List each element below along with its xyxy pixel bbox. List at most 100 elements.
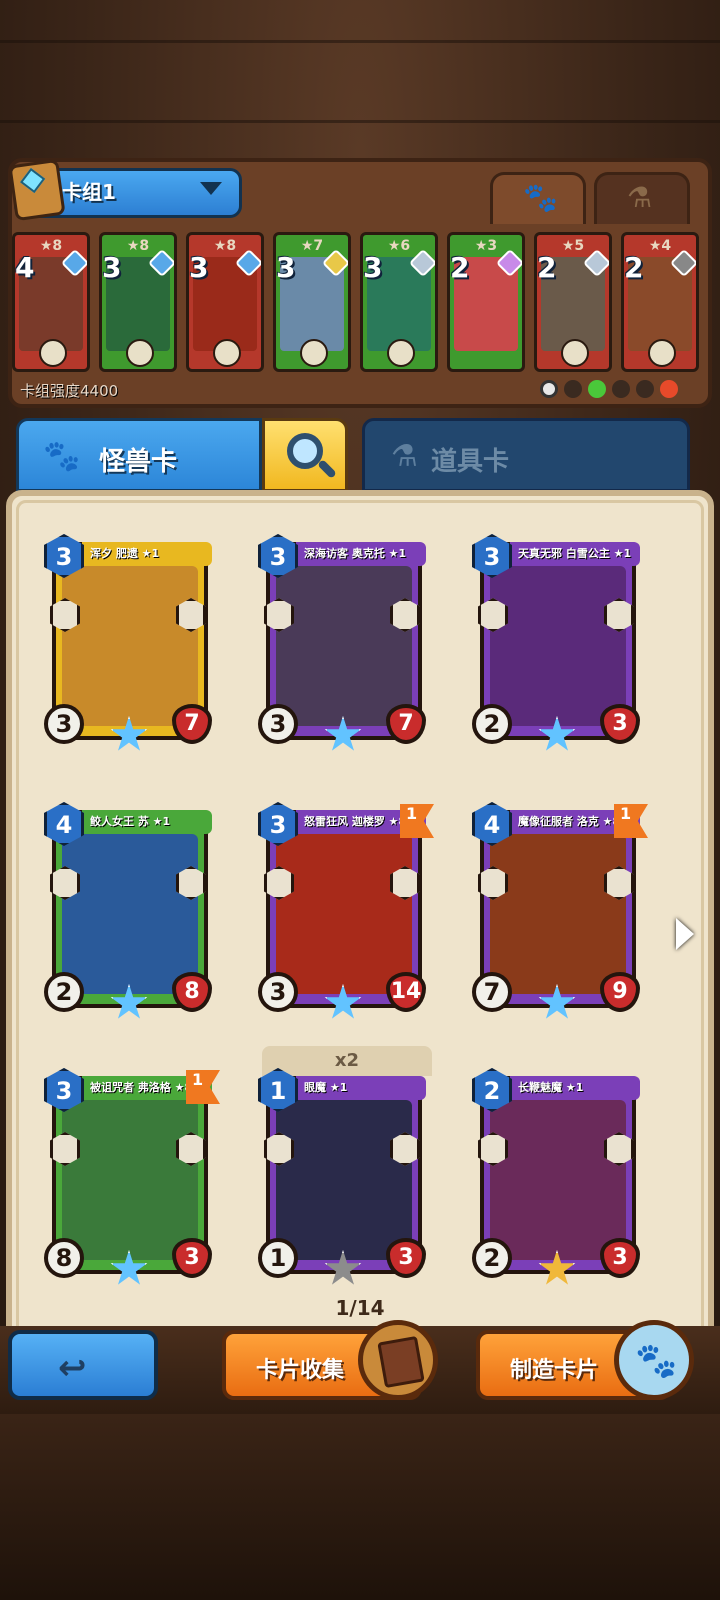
card-attack: 3 — [258, 704, 298, 744]
monster-card[interactable]: 鲛人女王 苏 ★1 4 2 8 — [44, 802, 212, 1019]
card-attack: 7 — [472, 972, 512, 1012]
button-label: 制造卡片 — [510, 1358, 599, 1383]
card-cost: 4 — [15, 251, 35, 284]
card-attack: 8 — [44, 1238, 84, 1278]
monster-card[interactable]: 魔像征服者 洛克 ★8 4 7 9 1 — [472, 802, 648, 1019]
card-art — [276, 834, 412, 994]
element-filters — [540, 380, 678, 398]
card-art — [276, 1100, 412, 1260]
bow-icon — [387, 339, 415, 367]
card-health: 14 — [386, 972, 426, 1012]
card-name: 长鞭魅魔 ★1 — [510, 1076, 640, 1100]
card-cost: 3 — [276, 251, 296, 284]
card-cost: 3 — [102, 251, 122, 284]
monster-card[interactable]: 眼魔 ★1 1 1 3 — [258, 1068, 426, 1285]
sword-icon — [39, 339, 67, 367]
monster-card[interactable]: 长鞭魅魔 ★1 2 2 3 — [472, 1068, 640, 1285]
card-health: 3 — [600, 1238, 640, 1278]
card-health: 7 — [172, 704, 212, 744]
deck-card[interactable]: ★7 3 — [273, 232, 351, 372]
potion-icon: ⚗ — [391, 439, 418, 474]
card-art — [62, 1100, 198, 1260]
card-cost: 3 — [189, 251, 209, 284]
sword-icon — [561, 339, 589, 367]
tab-deck-items[interactable]: ⚗ — [594, 172, 690, 224]
chevron-down-icon[interactable] — [200, 182, 222, 195]
card-attack: 3 — [258, 972, 298, 1012]
monster-card[interactable]: 被诅咒者 弗洛格 ★8 3 8 3 1 — [44, 1068, 220, 1285]
filter-nature-icon[interactable] — [588, 380, 606, 398]
paw-potion-icon[interactable]: 🐾 — [614, 1320, 694, 1400]
tab-label: 道具卡 — [431, 447, 510, 477]
card-art — [490, 566, 626, 726]
deck-card[interactable]: ★8 3 — [186, 232, 264, 372]
deck-card[interactable]: ★6 3 — [360, 232, 438, 372]
card-attack: 2 — [44, 972, 84, 1012]
paw-icon: 🐾 — [523, 181, 558, 214]
wood-grain — [0, 120, 720, 123]
card-health: 8 — [172, 972, 212, 1012]
card-cost: 2 — [450, 251, 470, 284]
sword-icon — [126, 339, 154, 367]
filter-earth-icon[interactable] — [564, 380, 582, 398]
card-health: 9 — [600, 972, 640, 1012]
card-health: 3 — [386, 1238, 426, 1278]
card-art — [276, 566, 412, 726]
tab-label: 怪兽卡 — [99, 447, 178, 477]
paw-icon: 🐾 — [43, 439, 81, 474]
card-name: 眼魔 ★1 — [296, 1076, 426, 1100]
card-cost: 3 — [363, 251, 383, 284]
deck-card[interactable]: ★4 2 — [621, 232, 699, 372]
back-button[interactable]: ↩ — [8, 1330, 158, 1400]
back-arrow-icon: ↩ — [58, 1348, 87, 1388]
monster-card[interactable]: 浑夕 肥遗 ★1 3 3 7 — [44, 534, 212, 751]
card-cost: 2 — [624, 251, 644, 284]
filter-dark-icon[interactable] — [612, 380, 630, 398]
card-name: 浑夕 肥遗 ★1 — [82, 542, 212, 566]
magnifier-handle — [317, 459, 337, 479]
tab-deck-monsters[interactable]: 🐾 — [490, 172, 586, 224]
filter-all-icon[interactable] — [540, 380, 558, 398]
card-name: 天真无邪 白雪公主 ★1 — [510, 542, 640, 566]
card-name: 深海访客 奥克托 ★1 — [296, 542, 426, 566]
card-name: 鲛人女王 苏 ★1 — [82, 810, 212, 834]
deck-name: 卡组1 — [62, 180, 116, 204]
potion-icon: ⚗ — [627, 181, 653, 214]
card-health: 3 — [172, 1238, 212, 1278]
sword-icon — [213, 339, 241, 367]
button-label: 卡片收集 — [256, 1358, 345, 1383]
deck-book-icon — [8, 158, 66, 222]
bow-icon — [300, 339, 328, 367]
card-attack: 2 — [472, 1238, 512, 1278]
monster-card[interactable]: 天真无邪 白雪公主 ★1 3 2 3 — [472, 534, 640, 751]
deck-card[interactable]: ★5 2 — [534, 232, 612, 372]
tab-monster-cards[interactable]: 🐾 怪兽卡 — [16, 418, 262, 492]
card-health: 3 — [600, 704, 640, 744]
search-button[interactable] — [262, 418, 348, 492]
card-album-icon[interactable] — [358, 1320, 438, 1400]
deck-power: 卡组强度4400 — [20, 382, 119, 400]
card-art — [62, 566, 198, 726]
sword-icon — [648, 339, 676, 367]
card-health: 7 — [386, 704, 426, 744]
monster-card[interactable]: 怒雷狂风 迦楼罗 ★8 3 3 14 1 — [258, 802, 434, 1019]
tab-item-cards[interactable]: ⚗ 道具卡 — [362, 418, 690, 492]
filter-fire-icon[interactable] — [660, 380, 678, 398]
deck-card-row: ★8 4 ★8 3 ★8 3 ★7 3 ★6 3 ★3 2 ★5 2 ★4 2 — [12, 232, 708, 372]
next-page-arrow-icon[interactable] — [676, 918, 694, 950]
wood-grain — [0, 40, 720, 43]
deck-card[interactable]: ★3 2 — [447, 232, 525, 372]
card-cost: 2 — [537, 251, 557, 284]
card-attack: 3 — [44, 704, 84, 744]
card-art — [62, 834, 198, 994]
monster-card[interactable]: 深海访客 奥克托 ★1 3 3 7 — [258, 534, 426, 751]
page-indicator: 1/14 — [335, 1296, 385, 1320]
card-art — [490, 834, 626, 994]
card-attack: 1 — [258, 1238, 298, 1278]
deck-card[interactable]: ★8 3 — [99, 232, 177, 372]
deck-card[interactable]: ★8 4 — [12, 232, 90, 372]
filter-beast-icon[interactable] — [636, 380, 654, 398]
card-art — [490, 1100, 626, 1260]
bottom-wood-panel — [0, 1414, 720, 1600]
card-attack: 2 — [472, 704, 512, 744]
